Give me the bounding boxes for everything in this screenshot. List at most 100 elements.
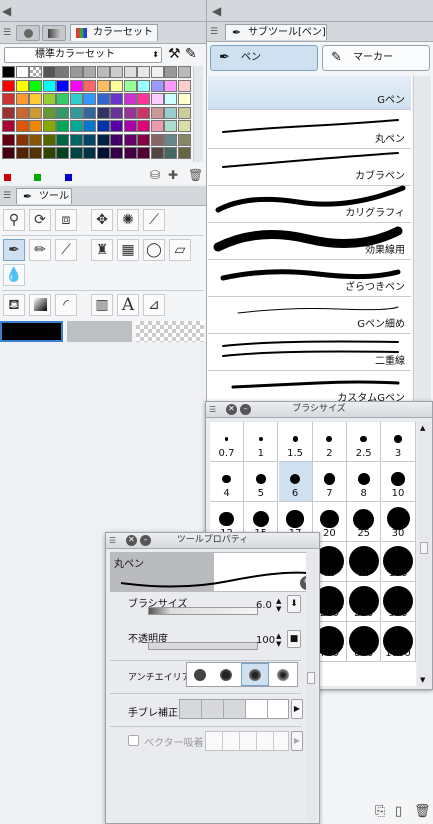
brush-list-scrollbar[interactable] xyxy=(413,76,431,442)
trash-icon[interactable]: 🗑 xyxy=(188,168,203,182)
opacity-dial-icon[interactable]: ■ xyxy=(287,630,301,648)
brush-size-cell[interactable]: 300 xyxy=(381,582,416,622)
minimize-icon[interactable]: – xyxy=(240,404,251,415)
color-swatch[interactable] xyxy=(123,106,137,119)
close-icon[interactable]: ✕ xyxy=(126,535,137,546)
scroll-thumb[interactable] xyxy=(420,542,428,554)
scroll-down-icon[interactable]: ▼ xyxy=(420,676,425,684)
swatch-scrollbar[interactable] xyxy=(193,66,203,162)
swatch-red[interactable] xyxy=(4,174,11,181)
color-swatch[interactable] xyxy=(96,79,110,92)
antialias-options[interactable] xyxy=(186,662,298,687)
color-swatch[interactable] xyxy=(164,120,177,132)
color-swatch[interactable] xyxy=(69,133,83,146)
color-set-edit-icon[interactable]: ✎ xyxy=(185,46,197,62)
color-swatch[interactable] xyxy=(96,66,110,78)
minimize-icon[interactable]: – xyxy=(140,535,151,546)
color-swatch[interactable] xyxy=(15,133,29,146)
color-swatch[interactable] xyxy=(15,66,29,78)
brush-size-dial-icon[interactable]: ⬇ xyxy=(287,595,301,613)
text-tool-icon[interactable]: A xyxy=(117,294,139,316)
object-tool-icon[interactable]: ⧈ xyxy=(55,209,77,231)
move-tool-icon[interactable]: ✥ xyxy=(91,209,113,231)
color-swatch[interactable] xyxy=(69,120,83,132)
pen-tool-icon[interactable]: ✒ xyxy=(3,239,25,261)
color-swatch[interactable] xyxy=(177,120,191,132)
brush-size-cell[interactable]: 2 xyxy=(312,422,347,462)
color-swatch[interactable] xyxy=(2,133,15,146)
brush-size-slider[interactable] xyxy=(148,607,258,615)
color-swatch[interactable] xyxy=(96,93,110,105)
color-swatch[interactable] xyxy=(56,120,69,132)
collapse-panel-icon[interactable]: ◀ xyxy=(2,3,11,19)
opacity-value[interactable]: 100 xyxy=(256,635,275,646)
scroll-up-icon[interactable]: ▲ xyxy=(420,424,425,432)
color-swatch[interactable] xyxy=(150,147,164,159)
color-swatch[interactable] xyxy=(29,79,42,92)
tab-marker-group[interactable]: ✎ マーカー xyxy=(322,45,430,71)
color-swatch[interactable] xyxy=(2,79,15,92)
ruler-tool-icon[interactable]: ⊿ xyxy=(143,294,165,316)
blend-tool-icon[interactable]: 💧 xyxy=(3,264,25,286)
color-swatch[interactable] xyxy=(110,147,123,159)
color-swatch[interactable] xyxy=(83,93,96,105)
color-swatch[interactable] xyxy=(164,66,177,78)
fill-tool-icon[interactable]: ⛾ xyxy=(3,294,25,316)
color-swatch[interactable] xyxy=(123,147,137,159)
zoom-tool-icon[interactable]: ⚲ xyxy=(3,209,25,231)
swatch-blue[interactable] xyxy=(65,174,72,181)
antialias-strong-icon[interactable] xyxy=(277,669,289,681)
figure-tool-icon[interactable]: ◜ xyxy=(55,294,77,316)
panel-menu-icon[interactable]: ☰ xyxy=(210,24,218,40)
color-swatch[interactable] xyxy=(69,93,83,105)
brush-size-titlebar[interactable]: ☰ ✕ – ブラシサイズ xyxy=(206,402,432,418)
color-swatch[interactable] xyxy=(150,133,164,146)
color-swatch[interactable] xyxy=(42,147,56,159)
transparent-color-box[interactable] xyxy=(136,321,204,342)
vector-snap-boxes[interactable] xyxy=(205,731,289,751)
color-swatch[interactable] xyxy=(137,93,150,105)
color-swatch[interactable] xyxy=(177,133,191,146)
color-swatch[interactable] xyxy=(56,147,69,159)
brush-size-cell[interactable]: 80 xyxy=(347,542,382,582)
color-swatch[interactable] xyxy=(137,120,150,132)
stabilize-box[interactable] xyxy=(180,700,202,718)
brush-size-cell[interactable]: 2.5 xyxy=(347,422,382,462)
color-swatch[interactable] xyxy=(56,106,69,119)
tab-subtool-pen[interactable]: ✒ サブツール[ペン] xyxy=(225,24,327,40)
color-swatch[interactable] xyxy=(96,133,110,146)
brush-size-cell[interactable]: 100 xyxy=(381,542,416,582)
color-swatch[interactable] xyxy=(110,133,123,146)
vector-snap-play-icon[interactable]: ▶ xyxy=(291,731,303,751)
panel-menu-icon[interactable]: ☰ xyxy=(109,533,116,549)
opacity-slider[interactable] xyxy=(148,642,258,650)
stabilize-box[interactable] xyxy=(246,700,268,718)
color-swatch[interactable] xyxy=(2,147,15,159)
color-swatch[interactable] xyxy=(69,66,83,78)
color-swatch[interactable] xyxy=(29,93,42,105)
color-swatch[interactable] xyxy=(56,93,69,105)
opacity-stepper[interactable]: ▲ ▼ xyxy=(276,632,281,648)
color-swatch[interactable] xyxy=(137,147,150,159)
color-swatch[interactable] xyxy=(123,66,137,78)
color-swatch[interactable] xyxy=(29,120,42,132)
color-swatch[interactable] xyxy=(150,79,164,92)
color-swatch-grid[interactable] xyxy=(2,66,192,162)
stabilize-box[interactable] xyxy=(224,700,246,718)
stabilize-box[interactable] xyxy=(202,700,224,718)
color-swatch[interactable] xyxy=(164,106,177,119)
brush-size-cell[interactable]: 6 xyxy=(278,462,313,502)
color-swatch[interactable] xyxy=(56,66,69,78)
new-subtool-icon[interactable]: ▯ xyxy=(395,804,402,819)
color-swatch[interactable] xyxy=(164,79,177,92)
stabilize-play-icon[interactable]: ▶ xyxy=(291,699,303,719)
color-swatch[interactable] xyxy=(15,106,29,119)
color-swatch[interactable] xyxy=(123,93,137,105)
tab-color-set[interactable]: カラーセット xyxy=(70,24,158,41)
color-swatch[interactable] xyxy=(83,120,96,132)
brush-size-cell[interactable]: 3 xyxy=(381,422,416,462)
stabilize-boxes[interactable] xyxy=(179,699,289,719)
magic-wand-icon[interactable]: ✺ xyxy=(117,209,139,231)
color-swatch[interactable] xyxy=(2,106,15,119)
brush-size-cell[interactable]: 7 xyxy=(312,462,347,502)
